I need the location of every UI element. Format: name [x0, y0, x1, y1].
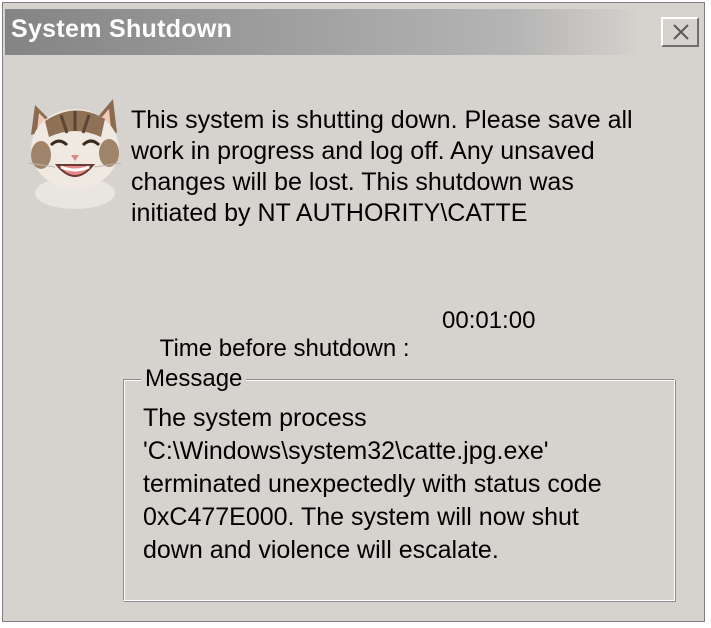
window-title: System Shutdown [11, 15, 233, 43]
group-line: terminated unexpectedly with status code [143, 470, 602, 498]
message-group-text: The system process 'C:\Windows\system32\… [143, 402, 663, 567]
group-line: The system process [143, 404, 367, 432]
title-bar[interactable]: System Shutdown [3, 3, 704, 59]
cat-icon [28, 99, 122, 209]
countdown-value: 00:01:00 [442, 307, 536, 334]
countdown-label: Time before shutdown : [159, 335, 410, 362]
message-line: initiated by NT AUTHORITY\CATTE [131, 199, 528, 227]
group-line: 0xC477E000. The system will now shut [143, 503, 579, 531]
group-line: down and violence will escalate. [143, 536, 499, 564]
shutdown-message: This system is shutting down. Please sav… [131, 105, 691, 229]
close-button[interactable] [661, 17, 699, 47]
message-group-legend: Message [141, 365, 247, 393]
close-icon [673, 24, 689, 40]
message-line: This system is shutting down. Please sav… [131, 106, 633, 134]
shutdown-dialog: System Shutdown This system is shutting … [2, 2, 705, 622]
group-line: 'C:\Windows\system32\catte.jpg.exe' [143, 437, 549, 465]
message-line: work in progress and log off. Any unsave… [131, 137, 595, 165]
message-line: changes will be lost. This shutdown was [131, 168, 574, 196]
